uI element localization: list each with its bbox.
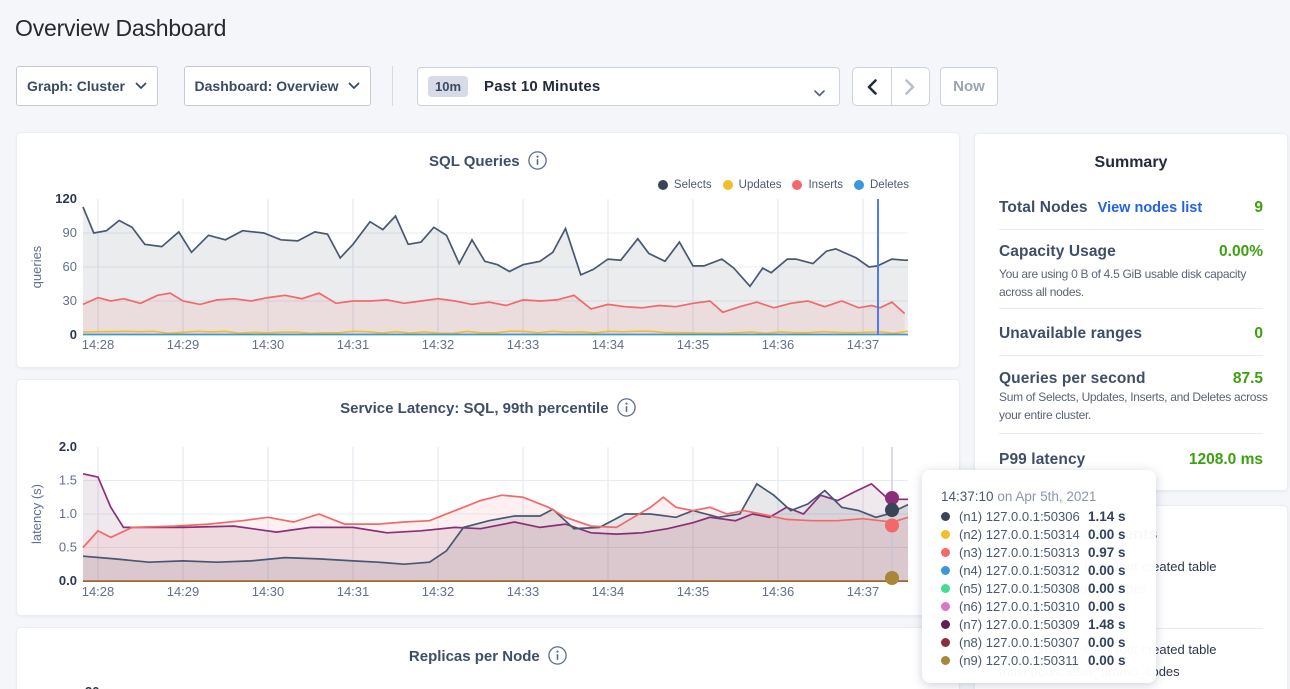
svg-text:120: 120 xyxy=(55,191,77,206)
svg-text:0.5: 0.5 xyxy=(59,540,77,555)
svg-text:14:37: 14:37 xyxy=(847,584,880,599)
svg-text:14:28: 14:28 xyxy=(82,337,115,352)
svg-text:14:29: 14:29 xyxy=(167,337,200,352)
svg-text:14:34: 14:34 xyxy=(592,584,625,599)
svg-text:0.0: 0.0 xyxy=(59,573,77,588)
svg-text:90: 90 xyxy=(63,225,77,240)
svg-text:1.5: 1.5 xyxy=(59,473,77,488)
svg-text:14:30: 14:30 xyxy=(252,337,285,352)
svg-text:14:31: 14:31 xyxy=(337,584,370,599)
svg-text:14:31: 14:31 xyxy=(337,337,370,352)
svg-text:14:36: 14:36 xyxy=(762,337,795,352)
svg-text:14:35: 14:35 xyxy=(677,584,710,599)
svg-text:queries: queries xyxy=(29,245,44,288)
svg-text:60: 60 xyxy=(63,259,77,274)
svg-text:1.0: 1.0 xyxy=(59,506,77,521)
svg-text:14:34: 14:34 xyxy=(592,337,625,352)
svg-text:latency (s): latency (s) xyxy=(29,484,44,544)
svg-text:14:29: 14:29 xyxy=(167,584,200,599)
svg-text:14:30: 14:30 xyxy=(252,584,285,599)
svg-text:0: 0 xyxy=(70,327,77,342)
svg-text:2.0: 2.0 xyxy=(59,439,77,454)
svg-text:30: 30 xyxy=(63,293,77,308)
svg-text:14:32: 14:32 xyxy=(422,337,455,352)
svg-text:14:33: 14:33 xyxy=(507,337,540,352)
svg-text:14:33: 14:33 xyxy=(507,584,540,599)
svg-text:14:35: 14:35 xyxy=(677,337,710,352)
svg-text:14:37: 14:37 xyxy=(847,337,880,352)
svg-text:14:32: 14:32 xyxy=(422,584,455,599)
svg-text:14:28: 14:28 xyxy=(82,584,115,599)
svg-text:14:36: 14:36 xyxy=(762,584,795,599)
